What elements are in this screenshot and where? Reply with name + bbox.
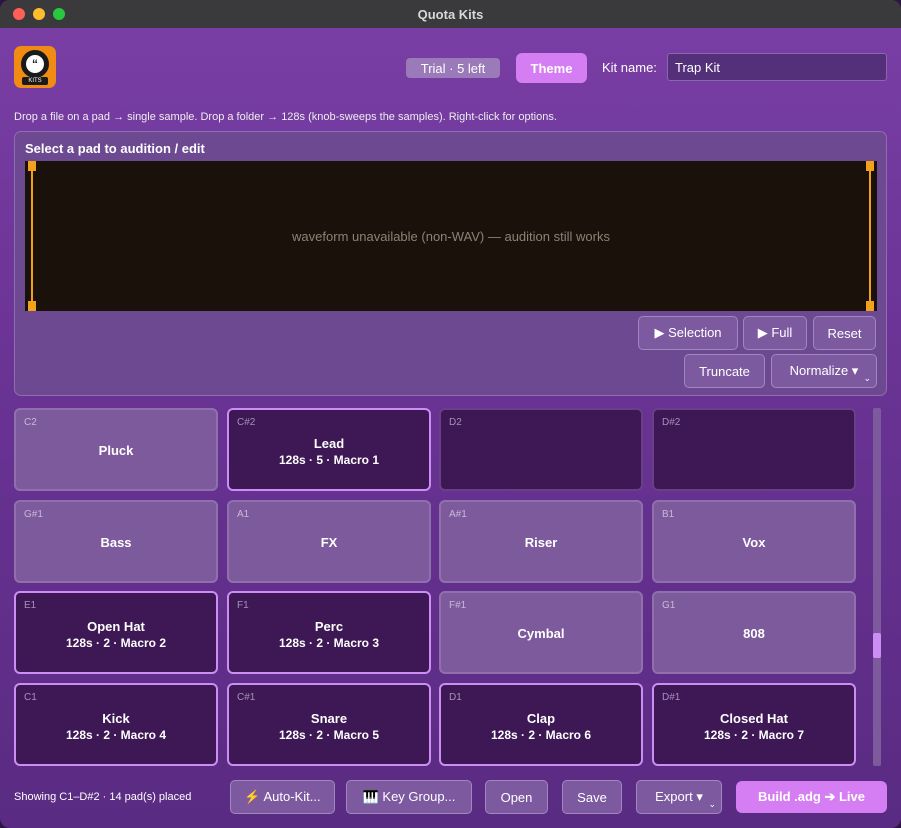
pad[interactable]: G1 808 — [652, 591, 856, 674]
pad-note-label: D1 — [449, 692, 462, 703]
chevron-down-icon: ⌄ — [708, 799, 716, 809]
pad[interactable]: F1 Perc 128s · 2 · Macro 3 — [227, 591, 431, 674]
pad-sample-name: Vox — [742, 535, 766, 550]
export-label: Export ▾ — [655, 789, 703, 804]
save-button[interactable]: Save — [562, 780, 622, 814]
pad[interactable]: D1 Clap 128s · 2 · Macro 6 — [439, 683, 643, 766]
pad-note-label: G#1 — [24, 509, 43, 520]
logo-label: KITS — [22, 77, 48, 85]
title-bar: Quota Kits — [0, 0, 901, 28]
pad-sample-name: Perc — [314, 619, 344, 634]
truncate-button[interactable]: Truncate — [684, 354, 765, 388]
pad-sample-name: Kick — [102, 711, 130, 726]
pad-macro-info: 128s · 5 · Macro 1 — [278, 453, 380, 467]
quote-icon: “ — [21, 50, 49, 78]
pad[interactable]: C#2 Lead 128s · 5 · Macro 1 — [227, 408, 431, 491]
pad-sample-name: Lead — [313, 436, 345, 451]
pad-note-label: F1 — [237, 600, 249, 611]
pad[interactable]: F#1 Cymbal — [439, 591, 643, 674]
pad-note-label: G1 — [662, 600, 676, 611]
zoom-window-button[interactable] — [53, 8, 65, 20]
normalize-dropdown[interactable]: Normalize ▾ ⌄ — [771, 354, 877, 388]
pad[interactable]: D2 — [439, 408, 643, 491]
pad-note-label: D2 — [449, 417, 462, 428]
pad-macro-info: 128s · 2 · Macro 6 — [490, 728, 592, 742]
open-button[interactable]: Open — [485, 780, 548, 814]
status-text: Showing C1–D#2 · 14 pad(s) placed — [14, 791, 192, 803]
pad-grid: C2 Pluck C#2 Lead 128s · 5 · Macro 1 D2 D#2 G#1… — [14, 408, 859, 766]
pad-note-label: D#1 — [662, 692, 681, 703]
play-full-button[interactable]: ▶ Full — [743, 316, 807, 350]
normalize-label: Normalize ▾ — [789, 363, 859, 378]
end-marker-handle[interactable] — [866, 161, 874, 311]
play-selection-button[interactable]: ▶ Selection — [638, 316, 738, 350]
build-adg-button[interactable]: Build .adg ➔ Live — [736, 781, 887, 813]
pad-sample-name: Riser — [524, 535, 558, 550]
pad[interactable]: A1 FX — [227, 500, 431, 583]
pad-sample-name: Pluck — [98, 443, 134, 458]
theme-button[interactable]: Theme — [516, 53, 587, 83]
pad-macro-info: 128s · 2 · Macro 3 — [278, 636, 380, 650]
pad-sample-name: Clap — [526, 711, 556, 726]
pad-note-label: E1 — [24, 600, 37, 611]
pad[interactable]: C2 Pluck — [14, 408, 218, 491]
pad-macro-info: 128s · 2 · Macro 7 — [703, 728, 805, 742]
editor-title: Select a pad to audition / edit — [25, 141, 205, 156]
pad-sample-name: Snare — [310, 711, 348, 726]
sample-editor: Select a pad to audition / edit waveform… — [14, 131, 887, 396]
pad[interactable]: B1 Vox — [652, 500, 856, 583]
kit-name-input[interactable] — [667, 53, 887, 81]
pad[interactable]: C#1 Snare 128s · 2 · Macro 5 — [227, 683, 431, 766]
waveform-display[interactable]: waveform unavailable (non-WAV) — auditio… — [25, 161, 877, 311]
pad-sample-name: 808 — [743, 626, 765, 641]
pad-note-label: C#1 — [237, 692, 256, 703]
pad-note-label: C2 — [24, 417, 37, 428]
pad-note-label: F#1 — [449, 600, 467, 611]
pad-sample-name: Bass — [100, 535, 132, 550]
key-group-button[interactable]: 🎹 Key Group... — [346, 780, 472, 814]
trial-badge: Trial · 5 left — [406, 58, 500, 78]
pad[interactable]: D#2 — [652, 408, 856, 491]
pad-note-label: B1 — [662, 509, 675, 520]
kit-name-label: Kit name: — [602, 60, 657, 75]
pad-sample-name: FX — [320, 535, 338, 550]
app-logo: “ KITS — [14, 46, 56, 88]
pad-macro-info: 128s · 2 · Macro 5 — [278, 728, 380, 742]
pad-note-label: D#2 — [662, 417, 681, 428]
app-window: Quota Kits “ KITS Trial · 5 left Theme K… — [0, 0, 901, 828]
close-window-button[interactable] — [13, 8, 25, 20]
pad-grid-scrollbar[interactable] — [873, 408, 881, 766]
pad[interactable]: D#1 Closed Hat 128s · 2 · Macro 7 — [652, 683, 856, 766]
window-controls — [13, 8, 65, 20]
chevron-down-icon: ⌄ — [863, 373, 871, 383]
pad-sample-name: Closed Hat — [720, 711, 788, 726]
minimize-window-button[interactable] — [33, 8, 45, 20]
waveform-message: waveform unavailable (non-WAV) — auditio… — [292, 228, 610, 244]
pad[interactable]: E1 Open Hat 128s · 2 · Macro 2 — [14, 591, 218, 674]
export-dropdown[interactable]: Export ▾ ⌄ — [636, 780, 722, 814]
pad-macro-info: 128s · 2 · Macro 4 — [65, 728, 167, 742]
pad-note-label: C1 — [24, 692, 37, 703]
pad-sample-name: Cymbal — [517, 626, 565, 641]
scrollbar-thumb[interactable] — [873, 633, 881, 658]
pad[interactable]: A#1 Riser — [439, 500, 643, 583]
pad-note-label: A1 — [237, 509, 250, 520]
drop-hint: Drop a file on a pad → single sample. Dr… — [14, 111, 557, 123]
pad-macro-info: 128s · 2 · Macro 2 — [65, 636, 167, 650]
window-title: Quota Kits — [417, 6, 484, 22]
pad-note-label: C#2 — [237, 417, 256, 428]
reset-button[interactable]: Reset — [813, 316, 876, 350]
start-marker-handle[interactable] — [28, 161, 36, 311]
pad-sample-name: Open Hat — [87, 619, 145, 634]
pad[interactable]: C1 Kick 128s · 2 · Macro 4 — [14, 683, 218, 766]
auto-kit-button[interactable]: ⚡ Auto-Kit... — [230, 780, 335, 814]
pad-note-label: A#1 — [449, 509, 467, 520]
pad[interactable]: G#1 Bass — [14, 500, 218, 583]
